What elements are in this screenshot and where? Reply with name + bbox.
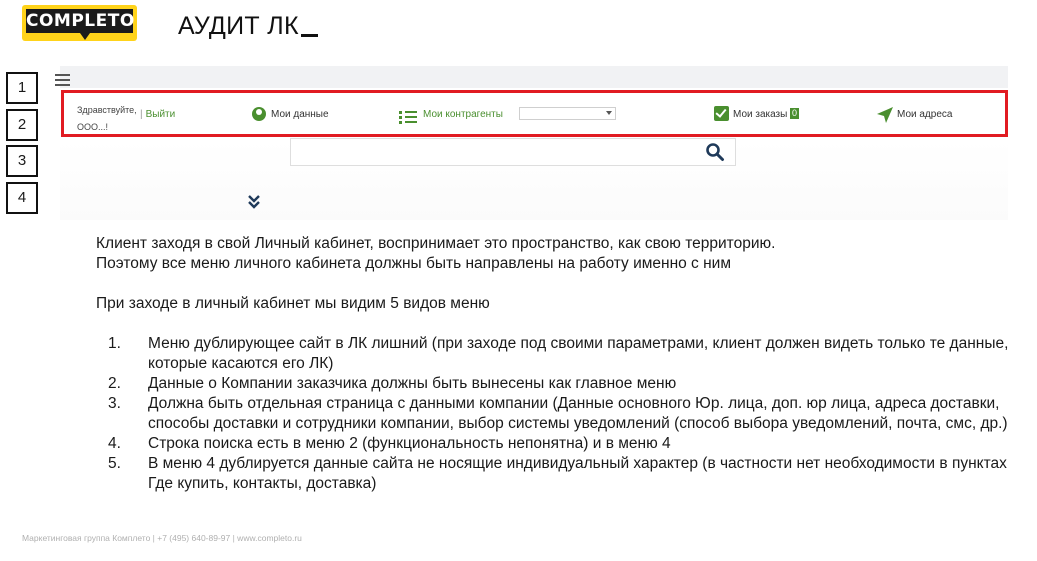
my-addresses-link[interactable]: Мои адреса	[897, 109, 952, 120]
logo-tail	[80, 33, 90, 40]
greeting-line-2: ООО...!	[77, 122, 109, 132]
list-icon	[399, 111, 417, 125]
intro-line-1: Клиент заходя в свой Личный кабинет, вос…	[96, 235, 776, 252]
my-contractors-link[interactable]: Мои контрагенты	[423, 109, 503, 120]
logo-text: COMPLETO	[26, 9, 135, 33]
slide-title: АУДИТ ЛК	[178, 12, 318, 41]
list-item: 4. Строка поиска есть в меню 2 (функциона…	[108, 435, 671, 452]
slide-title-text: АУДИТ ЛК	[178, 12, 299, 40]
marker-2: 2	[6, 109, 38, 141]
my-data-link[interactable]: Мои данные	[271, 109, 329, 120]
double-chevron-down-icon[interactable]	[247, 194, 261, 210]
logout-link[interactable]: Выйти	[140, 109, 176, 120]
account-menu-bar: Здравствуйте, ООО...! Выйти Мои данные М…	[61, 90, 1008, 137]
list-item: 3. Должна быть отдельная страница с данны…	[108, 395, 1008, 432]
title-cursor	[300, 34, 318, 37]
contractor-select[interactable]	[519, 107, 616, 120]
hamburger-icon[interactable]	[55, 74, 70, 86]
search-icon[interactable]	[705, 142, 725, 162]
orders-count-badge: 0	[790, 108, 799, 119]
navigation-icon	[877, 107, 893, 123]
list-item: 2. Данные о Компании заказчика должны быт…	[108, 375, 677, 392]
marker-1: 1	[6, 72, 38, 104]
footer-contacts: Маркетинговая группа Комплето | +7 (495)…	[22, 533, 302, 543]
greeting-line-1: Здравствуйте,	[77, 105, 137, 115]
slide-body: Клиент заходя в свой Личный кабинет, вос…	[96, 234, 1016, 494]
my-orders-link[interactable]: Мои заказы	[733, 109, 787, 120]
greeting: Здравствуйте, ООО...!	[77, 102, 137, 136]
findings-list: 1. Меню дублирующее сайт в ЛК лишний (при…	[96, 334, 1016, 494]
list-item: 1. Меню дублирующее сайт в ЛК лишний (при…	[108, 335, 1009, 372]
marker-4: 4	[6, 182, 38, 214]
marker-3: 3	[6, 145, 38, 177]
list-item: 5. В меню 4 дублируется данные сайта не н…	[108, 455, 1007, 492]
intro-line-2: Поэтому все меню личного кабинета должны…	[96, 255, 731, 272]
menus-intro: При заходе в личный кабинет мы видим 5 в…	[96, 295, 490, 312]
checkbox-icon	[714, 106, 729, 121]
user-icon	[252, 107, 266, 121]
completo-logo: COMPLETO	[22, 5, 137, 41]
search-input[interactable]	[290, 138, 736, 166]
site-top-menu	[60, 66, 1008, 88]
